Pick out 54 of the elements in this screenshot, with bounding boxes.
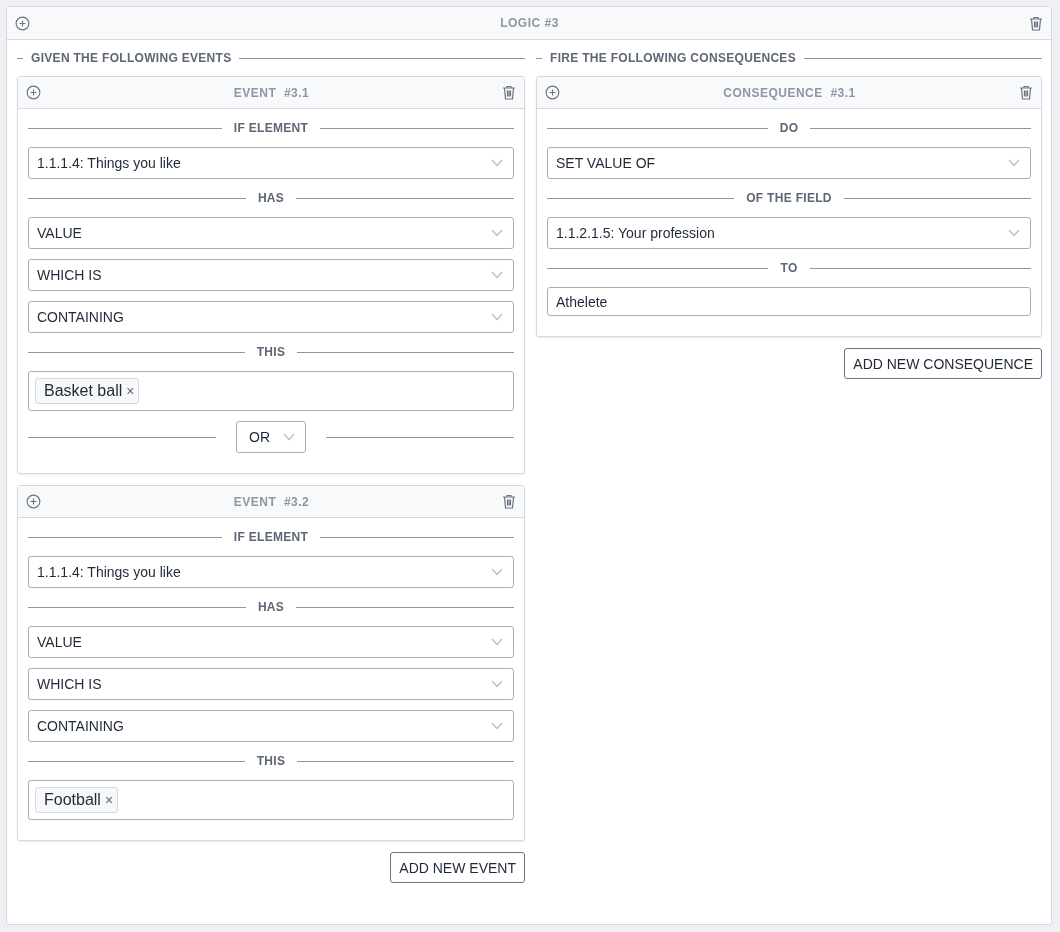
add-icon[interactable] (545, 85, 560, 100)
input-field[interactable]: Athelete (547, 287, 1031, 316)
dropdown-field[interactable]: VALUE (28, 217, 514, 249)
add-icon[interactable] (15, 15, 30, 31)
chevron-down-icon (491, 271, 503, 279)
add-icon[interactable] (26, 85, 41, 100)
operator-dropdown[interactable]: OR (236, 421, 306, 453)
card-title: EVENT #3.2 (233, 494, 310, 509)
section-label: THIS (256, 345, 286, 359)
tag-input-field[interactable]: Football × (28, 780, 514, 820)
section-label: IF ELEMENT (233, 121, 309, 135)
chevron-down-icon (491, 680, 503, 688)
remove-tag-button[interactable]: × (126, 383, 135, 399)
dropdown-field[interactable]: 1.1.1.4: Things you like (28, 556, 514, 588)
section-label: HAS (257, 600, 285, 614)
trash-icon[interactable] (502, 85, 516, 100)
dropdown-field[interactable]: 1.1.2.1.5: Your profession (547, 217, 1031, 249)
chevron-down-icon (1008, 159, 1020, 167)
add-consequence-button[interactable]: ADD NEW CONSEQUENCE (844, 348, 1042, 379)
dropdown-field[interactable]: CONTAINING (28, 710, 514, 742)
dropdown-field[interactable]: WHICH IS (28, 668, 514, 700)
chevron-down-icon (491, 159, 503, 167)
section-label: HAS (257, 191, 285, 205)
add-event-button[interactable]: ADD NEW EVENT (390, 852, 525, 883)
trash-icon[interactable] (502, 494, 516, 509)
chevron-down-icon (491, 638, 503, 646)
add-icon[interactable] (26, 494, 41, 509)
card-title: CONSEQUENCE #3.1 (723, 85, 856, 100)
dropdown-field[interactable]: 1.1.1.4: Things you like (28, 147, 514, 179)
chevron-down-icon (491, 229, 503, 237)
tag-label: Football (44, 791, 101, 809)
section-title: FIRE THE FOLLOWING CONSEQUENCES (550, 51, 796, 65)
card-title: EVENT #3.1 (233, 85, 310, 100)
trash-icon[interactable] (1029, 15, 1043, 31)
panel-title: LOGIC #3 (500, 16, 559, 30)
chevron-down-icon (491, 313, 503, 321)
section-title: GIVEN THE FOLLOWING EVENTS (31, 51, 232, 65)
dropdown-field[interactable]: SET VALUE OF (547, 147, 1031, 179)
section-label: THIS (256, 754, 286, 768)
section-label: DO (779, 121, 799, 135)
chevron-down-icon (283, 433, 295, 441)
dropdown-field[interactable]: VALUE (28, 626, 514, 658)
dropdown-field[interactable]: WHICH IS (28, 259, 514, 291)
tag-label: Basket ball (44, 382, 123, 400)
section-label: IF ELEMENT (233, 530, 309, 544)
chevron-down-icon (1008, 229, 1020, 237)
chevron-down-icon (491, 722, 503, 730)
chevron-down-icon (491, 568, 503, 576)
dropdown-field[interactable]: CONTAINING (28, 301, 514, 333)
section-label: TO (780, 261, 798, 275)
tag-input-field[interactable]: Basket ball × (28, 371, 514, 411)
trash-icon[interactable] (1019, 85, 1033, 100)
section-label: OF THE FIELD (746, 191, 832, 205)
remove-tag-button[interactable]: × (104, 792, 114, 808)
